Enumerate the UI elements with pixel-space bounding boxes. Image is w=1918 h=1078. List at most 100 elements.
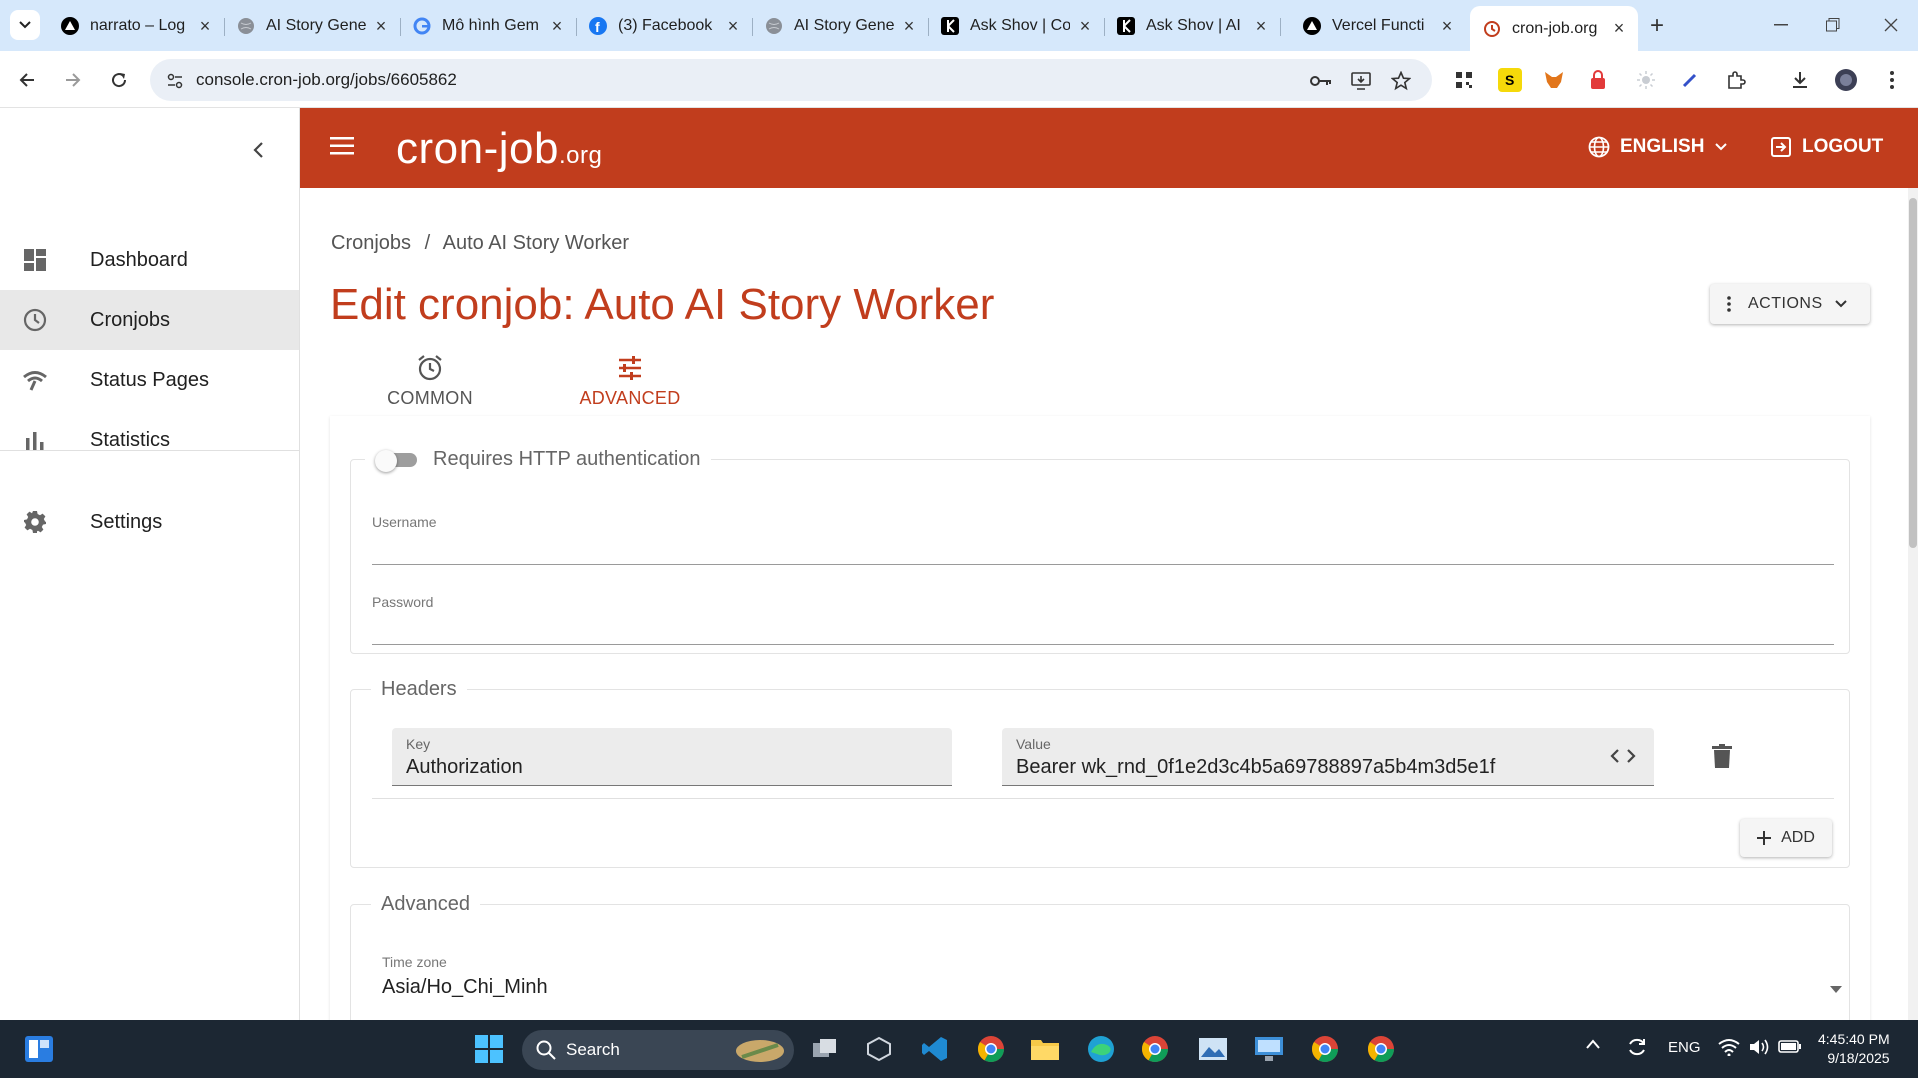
add-header-button[interactable]: ADD <box>1740 819 1832 857</box>
pen-extension-icon[interactable] <box>1678 68 1702 92</box>
trash-icon <box>1712 744 1732 768</box>
close-tab-icon[interactable]: × <box>548 16 566 36</box>
dashboard-icon <box>22 247 48 273</box>
start-button[interactable] <box>472 1032 506 1066</box>
close-tab-icon[interactable]: × <box>1252 16 1270 36</box>
tray-overflow-icon[interactable] <box>1586 1039 1600 1049</box>
browser-tab[interactable]: narrato – Log × <box>48 6 225 46</box>
tab-advanced[interactable]: ADVANCED <box>530 342 730 418</box>
minimize-button[interactable] <box>1766 10 1796 40</box>
profile-avatar-icon[interactable] <box>1834 68 1858 92</box>
sidebar-item-dashboard[interactable]: Dashboard <box>0 230 299 290</box>
close-tab-icon[interactable]: × <box>1438 16 1456 36</box>
kwords-icon <box>940 16 960 36</box>
sidebar-item-cronjobs[interactable]: Cronjobs <box>0 290 299 350</box>
file-explorer-icon[interactable] <box>1028 1032 1062 1066</box>
close-tab-icon[interactable]: × <box>1076 16 1094 36</box>
chevron-down-icon <box>19 21 31 29</box>
close-tab-icon[interactable]: × <box>196 16 214 36</box>
lock-extension-icon[interactable] <box>1586 68 1610 92</box>
actions-button[interactable]: ACTIONS <box>1710 284 1870 324</box>
page-scrollbar[interactable] <box>1908 188 1918 1020</box>
browser-tab[interactable]: Ask Shov | AI × <box>1104 6 1281 46</box>
chrome-icon[interactable] <box>974 1032 1008 1066</box>
breadcrumb-current: Auto AI Story Worker <box>442 232 629 254</box>
code-icon[interactable] <box>1610 748 1636 764</box>
advanced-legend: Advanced <box>381 893 470 915</box>
browser-tab[interactable]: Ask Shov | Co × <box>928 6 1105 46</box>
restore-button[interactable] <box>1818 10 1848 40</box>
bookmark-star-icon[interactable] <box>1390 70 1412 92</box>
wifi-icon[interactable] <box>1718 1038 1740 1056</box>
sidebar-item-settings[interactable]: Settings <box>0 492 299 552</box>
browser-menu-icon[interactable] <box>1880 68 1904 92</box>
qr-extension-icon[interactable] <box>1452 68 1476 92</box>
sidebar-item-statistics[interactable]: Statistics <box>0 410 299 470</box>
remote-desktop-icon[interactable] <box>1252 1032 1286 1066</box>
language-selector[interactable]: ENGLISH <box>1588 136 1728 158</box>
taskbar-search[interactable]: Search <box>522 1030 794 1070</box>
dropdown-arrow-icon[interactable] <box>1830 986 1842 993</box>
sync-icon[interactable] <box>1626 1036 1648 1058</box>
header-key-field[interactable]: Key Authorization <box>392 728 952 786</box>
browser-tab[interactable]: AI Story Gene × <box>752 6 929 46</box>
sidebar-item-status-pages[interactable]: Status Pages <box>0 350 299 410</box>
download-icon[interactable] <box>1788 68 1812 92</box>
vscode-icon[interactable] <box>918 1032 952 1066</box>
reload-button[interactable] <box>104 65 134 95</box>
breadcrumb-cronjobs-link[interactable]: Cronjobs <box>331 232 411 254</box>
metamask-icon[interactable] <box>1542 68 1566 92</box>
tab-search-button[interactable] <box>10 10 40 40</box>
hamburger-icon <box>330 137 354 155</box>
close-tab-icon[interactable]: × <box>372 16 390 36</box>
edge-icon[interactable] <box>1084 1032 1118 1066</box>
http-auth-toggle[interactable] <box>375 449 419 472</box>
browser-tab[interactable]: f (3) Facebook × <box>576 6 753 46</box>
forward-button[interactable] <box>58 65 88 95</box>
header-value-field[interactable]: Value Bearer wk_rnd_0f1e2d3c4b5a69788897… <box>1002 728 1654 786</box>
browser-toolbar: console.cron-job.org/jobs/6605862 S <box>0 51 1918 108</box>
web-page: Dashboard Cronjobs Status Pages Statisti… <box>0 108 1918 1020</box>
chrome-profile-icon[interactable] <box>1138 1032 1172 1066</box>
key-icon[interactable] <box>1310 70 1332 92</box>
close-tab-icon[interactable]: × <box>1610 18 1628 38</box>
username-field[interactable] <box>372 564 1834 565</box>
collapse-sidebar-button[interactable] <box>248 138 268 162</box>
browser-tab-active[interactable]: cron-job.org × <box>1470 6 1638 51</box>
password-field[interactable] <box>372 644 1834 645</box>
logout-button[interactable]: LOGOUT <box>1770 136 1883 158</box>
volume-icon[interactable] <box>1748 1038 1770 1056</box>
install-app-icon[interactable] <box>1350 70 1372 92</box>
photos-icon[interactable] <box>1196 1032 1230 1066</box>
windows-taskbar: Search ENG 4:45:40 PM 9/18/2025 <box>0 1020 1918 1078</box>
browser-tab[interactable]: Vercel Functi × <box>1290 6 1466 46</box>
input-language[interactable]: ENG <box>1668 1039 1701 1056</box>
close-tab-icon[interactable]: × <box>724 16 742 36</box>
timezone-label: Time zone <box>382 954 447 970</box>
browser-tab[interactable]: Mô hình Gem × <box>400 6 577 46</box>
chrome-alt-icon[interactable] <box>1364 1032 1398 1066</box>
sun-extension-icon[interactable] <box>1634 68 1658 92</box>
arrow-right-icon <box>66 73 81 87</box>
close-tab-icon[interactable]: × <box>900 16 918 36</box>
tab-common[interactable]: COMMON <box>330 342 530 418</box>
task-view-icon[interactable] <box>808 1032 842 1066</box>
extensions-puzzle-icon[interactable] <box>1724 68 1748 92</box>
delete-header-button[interactable] <box>1712 744 1732 768</box>
close-window-button[interactable] <box>1876 10 1906 40</box>
back-button[interactable] <box>12 65 42 95</box>
chrome-e-icon[interactable] <box>1308 1032 1342 1066</box>
widgets-icon[interactable] <box>22 1032 56 1066</box>
battery-icon[interactable] <box>1778 1038 1802 1054</box>
new-tab-button[interactable]: + <box>1650 12 1664 40</box>
s-extension-icon[interactable]: S <box>1498 68 1522 92</box>
system-clock[interactable]: 4:45:40 PM 9/18/2025 <box>1818 1030 1890 1068</box>
timezone-select[interactable]: Asia/Ho_Chi_Minh <box>382 976 548 999</box>
logo[interactable]: cron-job.org <box>396 124 602 174</box>
globe-icon <box>1588 136 1610 158</box>
app-icon[interactable] <box>862 1032 896 1066</box>
site-info-icon[interactable] <box>164 70 186 92</box>
menu-button[interactable] <box>330 136 354 156</box>
browser-tab[interactable]: AI Story Gene × <box>224 6 401 46</box>
address-bar[interactable]: console.cron-job.org/jobs/6605862 <box>150 59 1432 101</box>
